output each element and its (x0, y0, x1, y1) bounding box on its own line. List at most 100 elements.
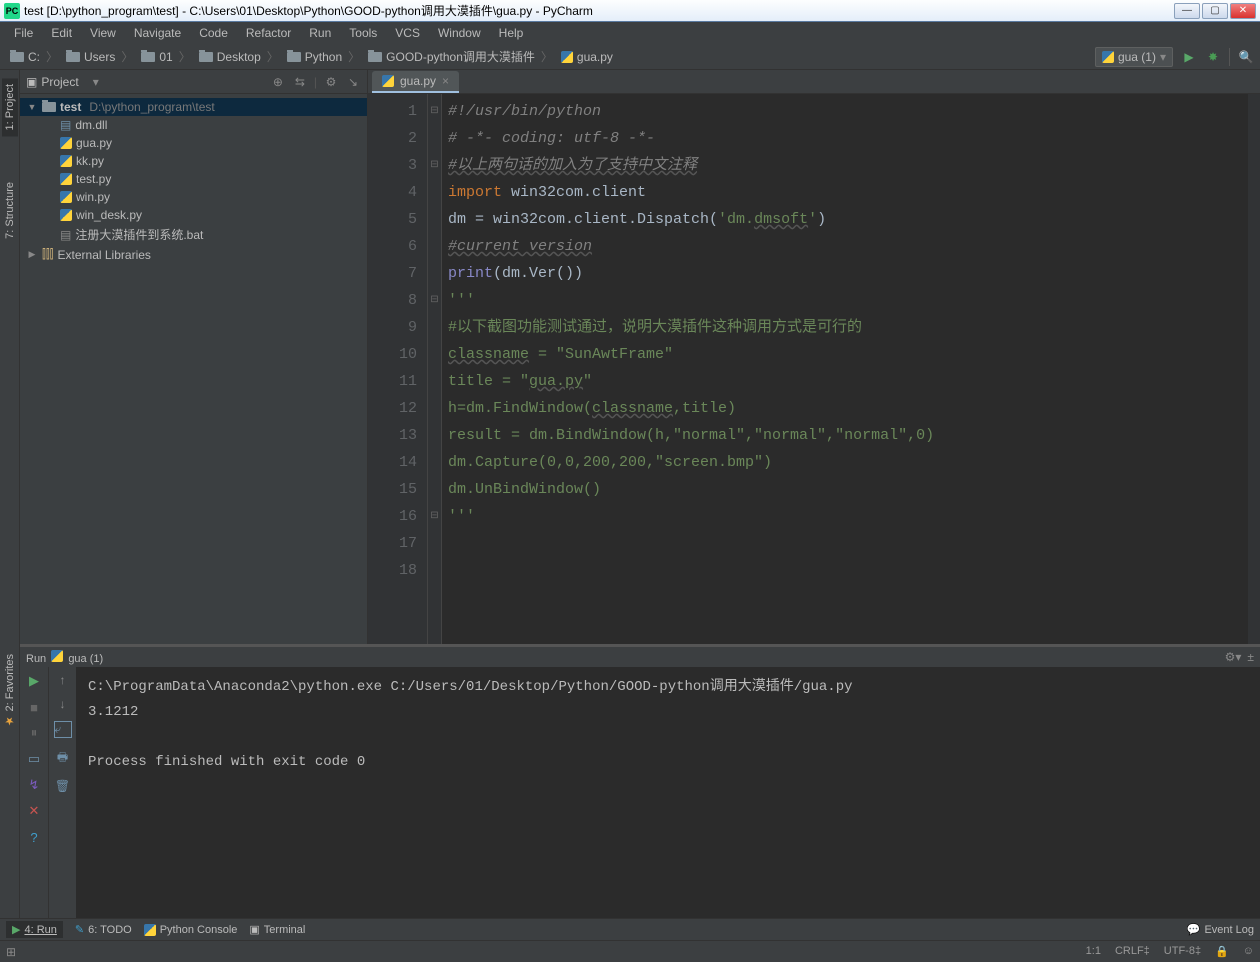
crumb-good[interactable]: GOOD-python调用大漠插件〉 (364, 48, 557, 65)
crumb-python[interactable]: Python〉 (283, 48, 364, 65)
tree-root[interactable]: ▼ test D:\python_program\test (20, 98, 367, 116)
menu-edit[interactable]: Edit (43, 24, 80, 42)
dump-button[interactable]: ↯ (26, 777, 42, 793)
select-opened-icon[interactable]: ⇆ (292, 74, 308, 90)
pause-button[interactable]: ⏸ (26, 725, 42, 741)
menu-vcs[interactable]: VCS (387, 24, 428, 42)
tab-terminal[interactable]: ▣ Terminal (249, 923, 305, 936)
cursor-position[interactable]: 1:1 (1086, 945, 1101, 958)
stop-button[interactable]: ■ (26, 699, 42, 715)
arrow-right-icon[interactable]: ▶ (26, 249, 38, 260)
crumb-file[interactable]: gua.py (557, 50, 617, 64)
debug-button[interactable]: ✸ (1205, 49, 1221, 65)
menu-refactor[interactable]: Refactor (238, 24, 299, 42)
menu-help[interactable]: Help (491, 24, 532, 42)
run-output[interactable]: C:\ProgramData\Anaconda2\python.exe C:/U… (76, 667, 1260, 918)
menu-bar: File Edit View Navigate Code Refactor Ru… (0, 22, 1260, 44)
down-icon[interactable]: ↓ (60, 697, 66, 711)
menu-code[interactable]: Code (191, 24, 236, 42)
menu-tools[interactable]: Tools (341, 24, 385, 42)
tree-file[interactable]: gua.py (20, 134, 367, 152)
run-panel-label: Run (26, 653, 46, 665)
close-button[interactable]: ✕ (1230, 3, 1256, 19)
tree-root-path: D:\python_program\test (89, 100, 214, 114)
tree-file[interactable]: kk.py (20, 152, 367, 170)
tool-windows-icon[interactable]: ⊞ (6, 945, 16, 959)
up-icon[interactable]: ↑ (60, 673, 66, 687)
tree-file[interactable]: test.py (20, 170, 367, 188)
menu-run[interactable]: Run (301, 24, 339, 42)
minimize-button[interactable]: — (1174, 3, 1200, 19)
tab-terminal-label: Terminal (264, 924, 306, 936)
editor-tab[interactable]: gua.py × (372, 71, 459, 93)
print-button[interactable]: 🖶 (57, 748, 68, 769)
run-config-select[interactable]: gua (1) ▾ (1095, 47, 1173, 67)
tree-external[interactable]: ▶ ⫿⫿⫿ External Libraries (20, 245, 367, 264)
separator (1229, 48, 1230, 66)
tree-file-label: 注册大漠插件到系统.bat (75, 226, 203, 243)
left-tool-gutter-lower: ★ 2: Favorites (0, 644, 20, 918)
maximize-button[interactable]: ▢ (1202, 3, 1228, 19)
collapse-all-icon[interactable]: ⊕ (270, 74, 286, 90)
close-run-button[interactable]: ✕ (26, 803, 42, 819)
tree-file-label: kk.py (76, 154, 104, 168)
encoding[interactable]: UTF-8‡ (1164, 945, 1201, 958)
python-icon (60, 209, 72, 221)
gear-icon[interactable]: ⚙ (323, 74, 339, 90)
editor: gua.py × 123456789101112131415161718 ⊟⊟⊟… (368, 70, 1260, 644)
terminal-icon: ▣ (249, 923, 259, 936)
code-area[interactable]: 123456789101112131415161718 ⊟⊟⊟⊟ #!/usr/… (368, 94, 1260, 644)
line-separator[interactable]: CRLF‡ (1115, 945, 1150, 958)
help-icon[interactable]: ? (26, 829, 42, 845)
bottom-tool-tabs: ▶4: Run ✎6: TODO Python Console ▣ Termina… (0, 918, 1260, 940)
soft-wrap-button[interactable]: ⤶ (54, 721, 72, 738)
crumb-label: 01 (159, 50, 172, 64)
menu-view[interactable]: View (82, 24, 124, 42)
tab-project[interactable]: 1: Project (2, 78, 18, 136)
tree-file[interactable]: win.py (20, 188, 367, 206)
balloon-icon: 💬 (1187, 923, 1201, 936)
crumb-users[interactable]: Users〉 (62, 48, 137, 65)
crumb-c[interactable]: C:〉 (6, 48, 62, 65)
rerun-button[interactable]: ▶ (26, 673, 42, 689)
tree-external-label: External Libraries (58, 248, 151, 262)
hide-icon[interactable]: ↘ (345, 74, 361, 90)
layout-button[interactable]: ▭ (26, 751, 42, 767)
arrow-down-icon[interactable]: ▼ (26, 102, 38, 112)
tab-favorites[interactable]: ★ 2: Favorites (1, 650, 18, 732)
menu-navigate[interactable]: Navigate (126, 24, 189, 42)
lock-icon[interactable]: 🔒 (1215, 945, 1229, 958)
tab-structure[interactable]: 7: Structure (2, 176, 18, 245)
file-icon: ▤ (60, 118, 71, 132)
code-text[interactable]: #!/usr/bin/python# -*- coding: utf-8 -*-… (442, 94, 1248, 644)
run-toolbar-right: ↑ ↓ ⤶ 🖶 🗑 (48, 667, 76, 918)
close-tab-icon[interactable]: × (442, 74, 449, 88)
project-tree[interactable]: ▼ test D:\python_program\test ▤dm.dll gu… (20, 94, 367, 644)
gear-icon[interactable]: ⚙▾ (1225, 650, 1242, 664)
tab-todo-label: 6: TODO (88, 924, 132, 936)
hector-icon[interactable]: ☺ (1243, 945, 1254, 958)
run-output-cmd: C:\ProgramData\Anaconda2\python.exe C:/U… (88, 679, 853, 695)
python-icon (60, 173, 72, 185)
crumb-label: Desktop (217, 50, 261, 64)
python-icon (561, 51, 573, 63)
search-icon[interactable]: 🔍 (1238, 49, 1254, 65)
crumb-desktop[interactable]: Desktop〉 (195, 48, 283, 65)
tab-todo[interactable]: ✎6: TODO (75, 923, 132, 936)
folder-icon (42, 102, 56, 112)
crumb-01[interactable]: 01〉 (137, 48, 194, 65)
run-panel-config: gua (1) (68, 653, 103, 665)
tab-python-console[interactable]: Python Console (144, 924, 238, 936)
tab-event-log[interactable]: 💬Event Log (1187, 923, 1254, 936)
menu-file[interactable]: File (6, 24, 41, 42)
menu-window[interactable]: Window (430, 24, 489, 42)
crumb-label: gua.py (577, 50, 613, 64)
tab-run[interactable]: ▶4: Run (6, 921, 63, 938)
tree-file[interactable]: ▤dm.dll (20, 116, 367, 134)
run-button[interactable]: ▶ (1181, 49, 1197, 65)
tree-file[interactable]: win_desk.py (20, 206, 367, 224)
chevron-down-icon[interactable]: ▾ (93, 75, 99, 89)
pin-icon[interactable]: ± (1247, 650, 1254, 664)
tree-file[interactable]: ▤注册大漠插件到系统.bat (20, 224, 367, 245)
clear-button[interactable]: 🗑 (55, 779, 70, 793)
